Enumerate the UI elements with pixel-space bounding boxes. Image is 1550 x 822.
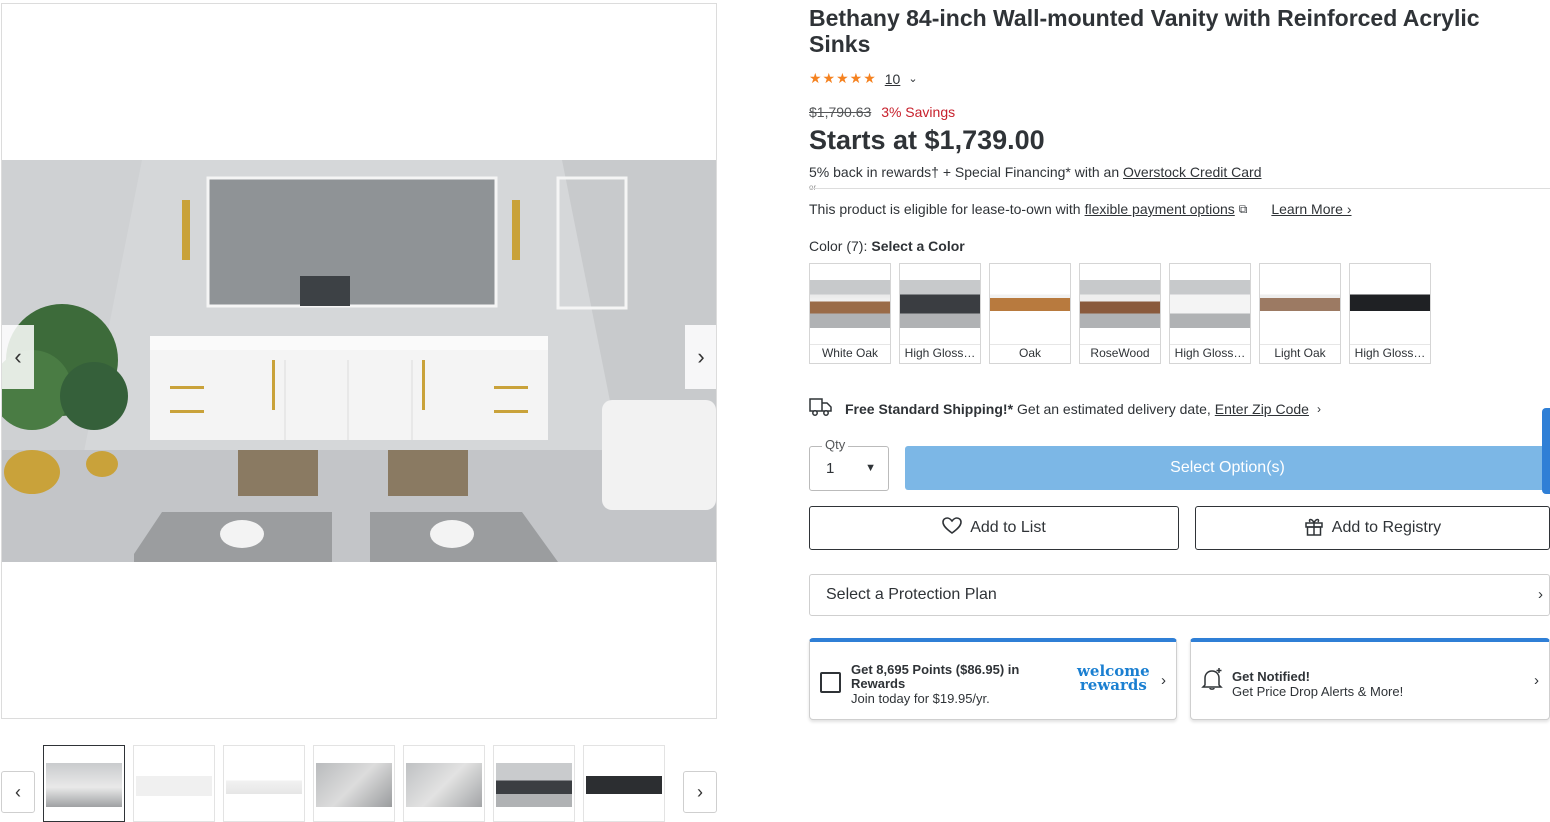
rewards-title: Get 8,695 Points ($86.95) in Rewards — [851, 662, 1020, 691]
protection-plan-selector[interactable]: Select a Protection Plan › — [809, 574, 1550, 616]
current-price: Starts at $1,739.00 — [809, 125, 1045, 155]
lease-text: This product is eligible for lease-to-ow… — [809, 201, 1081, 217]
lease-to-own-row: This product is eligible for lease-to-ow… — [809, 201, 1352, 217]
chevron-right-icon: › — [1534, 672, 1539, 689]
select-options-button[interactable]: Select Option(s) — [905, 446, 1550, 490]
thumbnail-4[interactable] — [313, 745, 395, 822]
learn-more-link[interactable]: Learn More › — [1271, 201, 1351, 217]
rewards-checkbox[interactable] — [820, 672, 841, 693]
thumbnail-2[interactable] — [133, 745, 215, 822]
rewards-card[interactable]: Get 8,695 Points ($86.95) in Rewards Joi… — [809, 638, 1177, 720]
gift-icon — [1304, 516, 1324, 541]
credit-card-offer-text: 5% back in rewards† + Special Financing*… — [809, 164, 1120, 180]
welcome-rewards-logo: welcome rewards — [1077, 664, 1150, 694]
main-product-image[interactable]: ‹ › — [1, 3, 717, 719]
price-alert-card[interactable]: Get Notified! Get Price Drop Alerts & Mo… — [1190, 638, 1550, 720]
protection-plan-label: Select a Protection Plan — [826, 586, 997, 603]
swatch-light-oak[interactable]: Light Oak — [1259, 263, 1341, 364]
side-feedback-tab[interactable] — [1542, 408, 1550, 494]
chevron-right-icon: › — [1161, 672, 1166, 689]
thumbnail-strip: ‹ › — [0, 745, 717, 822]
truck-icon — [809, 396, 833, 421]
swatch-label: High Gloss… — [1170, 344, 1250, 361]
logo-line-2: rewards — [1079, 676, 1147, 694]
swatch-label: White Oak — [810, 344, 890, 361]
swatch-high-gloss-3[interactable]: High Gloss… — [1349, 263, 1431, 364]
swatch-label: High Gloss… — [900, 344, 980, 361]
quantity-label: Qty — [822, 437, 849, 452]
review-count-link[interactable]: 10 — [885, 71, 901, 87]
thumbnail-1[interactable] — [43, 745, 125, 822]
savings-badge: 3% Savings — [881, 104, 956, 120]
color-count: Color (7): — [809, 238, 868, 254]
product-title: Bethany 84-inch Wall-mounted Vanity with… — [809, 5, 1480, 57]
swatch-high-gloss-1[interactable]: High Gloss… — [899, 263, 981, 364]
flexible-payment-link[interactable]: flexible payment options — [1085, 201, 1235, 217]
swatch-label: High Gloss… — [1350, 344, 1430, 361]
chevron-down-icon[interactable]: ⌄ — [908, 72, 917, 85]
add-to-list-label: Add to List — [970, 519, 1046, 536]
price-savings-row: $1,790.63 3% Savings — [809, 104, 955, 120]
shipping-info: Free Standard Shipping!* Get an estimate… — [809, 396, 1321, 421]
delivery-text: Get an estimated delivery date, — [1017, 400, 1211, 417]
color-label: Color (7): Select a Color — [809, 238, 965, 254]
rewards-subtitle: Join today for $19.95/yr. — [851, 691, 990, 706]
swatch-label: Light Oak — [1260, 344, 1340, 361]
thumbnail-next-arrow[interactable]: › — [683, 771, 717, 813]
quantity-value: 1 — [826, 460, 835, 477]
thumbnail-3[interactable] — [223, 745, 305, 822]
swatch-rosewood[interactable]: RoseWood — [1079, 263, 1161, 364]
enter-zip-link[interactable]: Enter Zip Code — [1215, 401, 1309, 417]
or-label: or — [809, 183, 821, 192]
image-prev-arrow[interactable]: ‹ — [2, 325, 34, 389]
notify-subtitle: Get Price Drop Alerts & More! — [1232, 684, 1404, 699]
or-divider: or — [809, 183, 1550, 193]
rating-summary[interactable]: ★★★★★ 10 ⌄ — [809, 70, 918, 87]
add-to-list-button[interactable]: Add to List — [809, 506, 1179, 550]
chevron-right-icon: › — [1538, 586, 1543, 603]
add-to-registry-button[interactable]: Add to Registry — [1195, 506, 1550, 550]
thumbnail-prev-arrow[interactable]: ‹ — [1, 771, 35, 813]
swatch-label: Oak — [990, 344, 1070, 361]
chevron-right-icon: › — [1316, 401, 1321, 416]
vanity-scene-image — [2, 160, 716, 562]
free-shipping-label: Free Standard Shipping!* — [845, 400, 1014, 417]
swatch-label: RoseWood — [1080, 344, 1160, 361]
heart-icon — [942, 516, 962, 540]
credit-card-link[interactable]: Overstock Credit Card — [1123, 164, 1261, 180]
bell-icon — [1201, 667, 1223, 697]
quantity-select[interactable]: 1 ▼ — [809, 446, 889, 491]
add-to-registry-label: Add to Registry — [1331, 519, 1442, 536]
image-next-arrow[interactable]: › — [685, 325, 716, 389]
credit-card-offer: 5% back in rewards† + Special Financing*… — [809, 164, 1262, 180]
swatch-white-oak[interactable]: White Oak — [809, 263, 891, 364]
color-prompt: Select a Color — [871, 238, 965, 254]
external-link-icon: ⧉ — [1238, 201, 1248, 216]
thumbnail-5[interactable] — [403, 745, 485, 822]
notify-title: Get Notified! — [1232, 669, 1310, 684]
thumbnail-7[interactable] — [583, 745, 665, 822]
original-price: $1,790.63 — [809, 104, 872, 120]
caret-down-icon: ▼ — [865, 462, 876, 474]
star-rating-icon: ★★★★★ — [809, 70, 877, 86]
swatch-oak[interactable]: Oak — [989, 263, 1071, 364]
swatch-high-gloss-2[interactable]: High Gloss… — [1169, 263, 1251, 364]
thumbnail-6[interactable] — [493, 745, 575, 822]
